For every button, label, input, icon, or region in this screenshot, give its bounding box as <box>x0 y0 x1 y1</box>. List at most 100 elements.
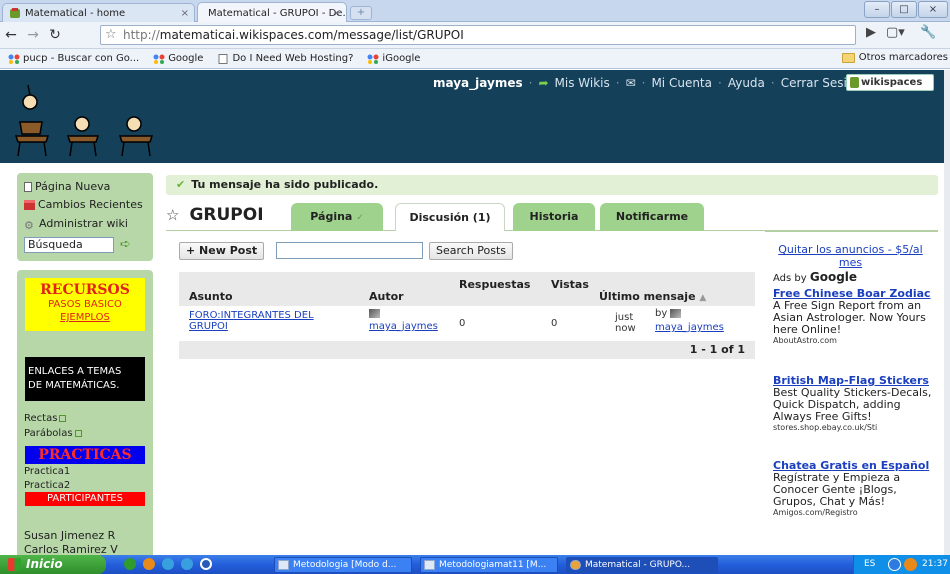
help-link[interactable]: Ayuda <box>728 76 765 90</box>
sidebar-link-practica1[interactable]: Practica1 <box>24 466 70 477</box>
taskbar-task-active[interactable]: Matematical - GRUPO... <box>566 557 718 573</box>
tab-pagina[interactable]: Página ✓ <box>291 203 383 231</box>
search-go-arrow-icon[interactable]: ➪ <box>120 237 131 252</box>
avatar <box>670 308 682 318</box>
browser-tab-grupoi[interactable]: Matematical - GRUPOI - De... × <box>197 2 347 23</box>
column-respuestas[interactable]: Respuestas <box>459 278 530 291</box>
other-bookmarks[interactable]: Otros marcadores <box>841 52 948 63</box>
ad-item[interactable]: Chatea Gratis en Español Regístrate y Em… <box>773 460 941 518</box>
recursos-title: RECURSOS <box>40 282 130 298</box>
post-views: 0 <box>551 318 558 329</box>
post-last-time: just now <box>615 312 636 334</box>
sidebar-link-rectas[interactable]: Rectas <box>24 413 67 424</box>
page-icon <box>218 53 228 64</box>
calendar-icon <box>24 199 35 210</box>
post-last-author: by maya_jaymes <box>655 308 724 333</box>
taskbar-task[interactable]: Metodologiamat11 [M... <box>420 557 558 573</box>
reload-icon[interactable]: ↻ <box>44 27 66 43</box>
maximize-button[interactable]: □ <box>891 1 917 18</box>
wiki-search-input[interactable]: Búsqueda <box>24 237 114 253</box>
column-ultimo-mensaje[interactable]: Último mensaje ▲ <box>599 290 706 303</box>
ad-url[interactable]: AboutAstro.com <box>773 336 941 346</box>
external-link-icon <box>59 415 67 422</box>
new-post-button[interactable]: + New Post <box>179 242 265 260</box>
play-icon[interactable]: ▶ <box>866 25 876 40</box>
recursos-link-pasos[interactable]: PASOS BASICO <box>25 298 145 311</box>
language-indicator[interactable]: ES <box>864 555 875 574</box>
username-link[interactable]: maya_jaymes <box>433 76 523 90</box>
address-bar[interactable]: ☆ http://matematicai.wikispaces.com/mess… <box>100 25 856 45</box>
post-replies: 0 <box>459 318 466 329</box>
start-button[interactable]: Inicio <box>0 555 106 574</box>
browser-tab-title: Matematical - home <box>25 7 126 19</box>
avatar <box>369 308 380 318</box>
column-autor[interactable]: Autor <box>369 290 404 303</box>
sidebar-link-parabolas[interactable]: Parábolas <box>24 428 82 439</box>
browser-tab-home[interactable]: Matematical - home × <box>2 3 195 22</box>
post-author-link[interactable]: maya_jaymes <box>369 321 438 332</box>
ad-item[interactable]: Free Chinese Boar Zodiac A Free Sign Rep… <box>773 288 941 346</box>
quicklaunch-icon[interactable] <box>181 558 193 570</box>
folder-icon <box>841 52 855 63</box>
wikispaces-tree-icon <box>850 77 859 88</box>
bookmark-hosting[interactable]: Do I Need Web Hosting? <box>217 53 353 64</box>
table-row: FORO:INTEGRANTES DEL GRUPOI maya_jaymes 0… <box>179 306 755 342</box>
external-link-icon <box>74 430 82 437</box>
mail-icon[interactable]: ✉ <box>626 76 636 90</box>
wrench-icon[interactable]: 🔧 <box>920 25 936 40</box>
sidebar-link-practica2[interactable]: Practica2 <box>24 480 70 491</box>
quicklaunch-icon[interactable] <box>124 558 136 570</box>
sidebar-item-recent-changes[interactable]: Cambios Recientes <box>24 198 143 211</box>
user-bar: maya_jaymes · ➦ Mis Wikis · ✉ · Mi Cuent… <box>433 76 872 90</box>
minimize-button[interactable]: – <box>864 1 890 18</box>
wikispaces-favicon-icon <box>10 8 20 18</box>
bookmark-star-icon[interactable]: ☆ <box>105 26 117 44</box>
recursos-link-ejemplos[interactable]: EJEMPLOS <box>25 311 145 324</box>
bookmark-pucp[interactable]: pucp - Buscar con Go... <box>8 53 139 64</box>
taskbar-task[interactable]: Metodologia [Modo d... <box>274 557 412 573</box>
column-asunto[interactable]: Asunto <box>189 290 233 303</box>
word-doc-icon <box>278 560 289 570</box>
my-wikis-link[interactable]: Mis Wikis <box>555 76 610 90</box>
page-menu-icon[interactable]: ▢▾ <box>886 25 905 40</box>
remove-ads-link[interactable]: Quitar los anuncios - $5/al mes <box>773 243 928 269</box>
ad-text: A Free Sign Report from an Asian Astrolo… <box>773 299 926 336</box>
close-window-button[interactable]: × <box>918 1 948 18</box>
my-account-link[interactable]: Mi Cuenta <box>651 76 712 90</box>
quicklaunch-icon[interactable] <box>162 558 174 570</box>
success-notice: ✔ Tu mensaje ha sido publicado. <box>166 175 938 195</box>
url-text: matematicai.wikispaces.com/message/list/… <box>159 28 464 42</box>
bookmark-igoogle[interactable]: iGoogle <box>367 53 420 64</box>
post-last-author-link[interactable]: maya_jaymes <box>655 322 724 333</box>
quicklaunch-icon[interactable] <box>200 558 212 570</box>
quicklaunch-icon[interactable] <box>143 558 155 570</box>
ads-by-google[interactable]: Ads by Google <box>773 270 857 284</box>
ad-url[interactable]: stores.shop.ebay.co.uk/Sti <box>773 423 941 433</box>
bookmark-google[interactable]: Google <box>153 53 203 64</box>
tab-discusion[interactable]: Discusión (1) <box>395 203 505 233</box>
ad-url[interactable]: Amigos.com/Registro <box>773 508 941 518</box>
new-tab-button[interactable]: + <box>350 6 372 20</box>
wikispaces-logo[interactable]: wikispaces <box>846 74 934 91</box>
update-icon[interactable] <box>904 558 917 571</box>
column-vistas[interactable]: Vistas <box>551 278 589 291</box>
url-scheme: http:// <box>123 28 160 42</box>
post-subject-link[interactable]: FORO:INTEGRANTES DEL GRUPOI <box>189 310 314 332</box>
network-icon[interactable] <box>888 558 901 571</box>
page-scrollbar[interactable] <box>944 70 950 562</box>
forward-arrow-icon[interactable]: → <box>22 27 44 43</box>
favorite-star-icon[interactable]: ☆ <box>166 206 179 224</box>
search-posts-button[interactable]: Search Posts <box>429 242 514 260</box>
ad-item[interactable]: British Map-Flag Stickers Best Quality S… <box>773 375 941 433</box>
tab-notificarme[interactable]: Notificarme <box>600 203 704 231</box>
close-icon[interactable]: × <box>333 8 341 19</box>
sidebar-item-new-page[interactable]: Página Nueva <box>24 180 110 193</box>
close-icon[interactable]: × <box>181 8 189 19</box>
search-posts-input[interactable] <box>276 242 423 259</box>
sidebar-item-manage-wiki[interactable]: ⚙ Administrar wiki <box>24 217 128 232</box>
practicas-title: PRACTICAS <box>25 446 145 464</box>
back-arrow-icon[interactable]: ← <box>0 27 22 43</box>
arrow-icon: ➦ <box>538 76 549 90</box>
posts-table-header: Asunto Autor Respuestas Vistas Último me… <box>179 272 755 306</box>
tab-historia[interactable]: Historia <box>513 203 595 231</box>
